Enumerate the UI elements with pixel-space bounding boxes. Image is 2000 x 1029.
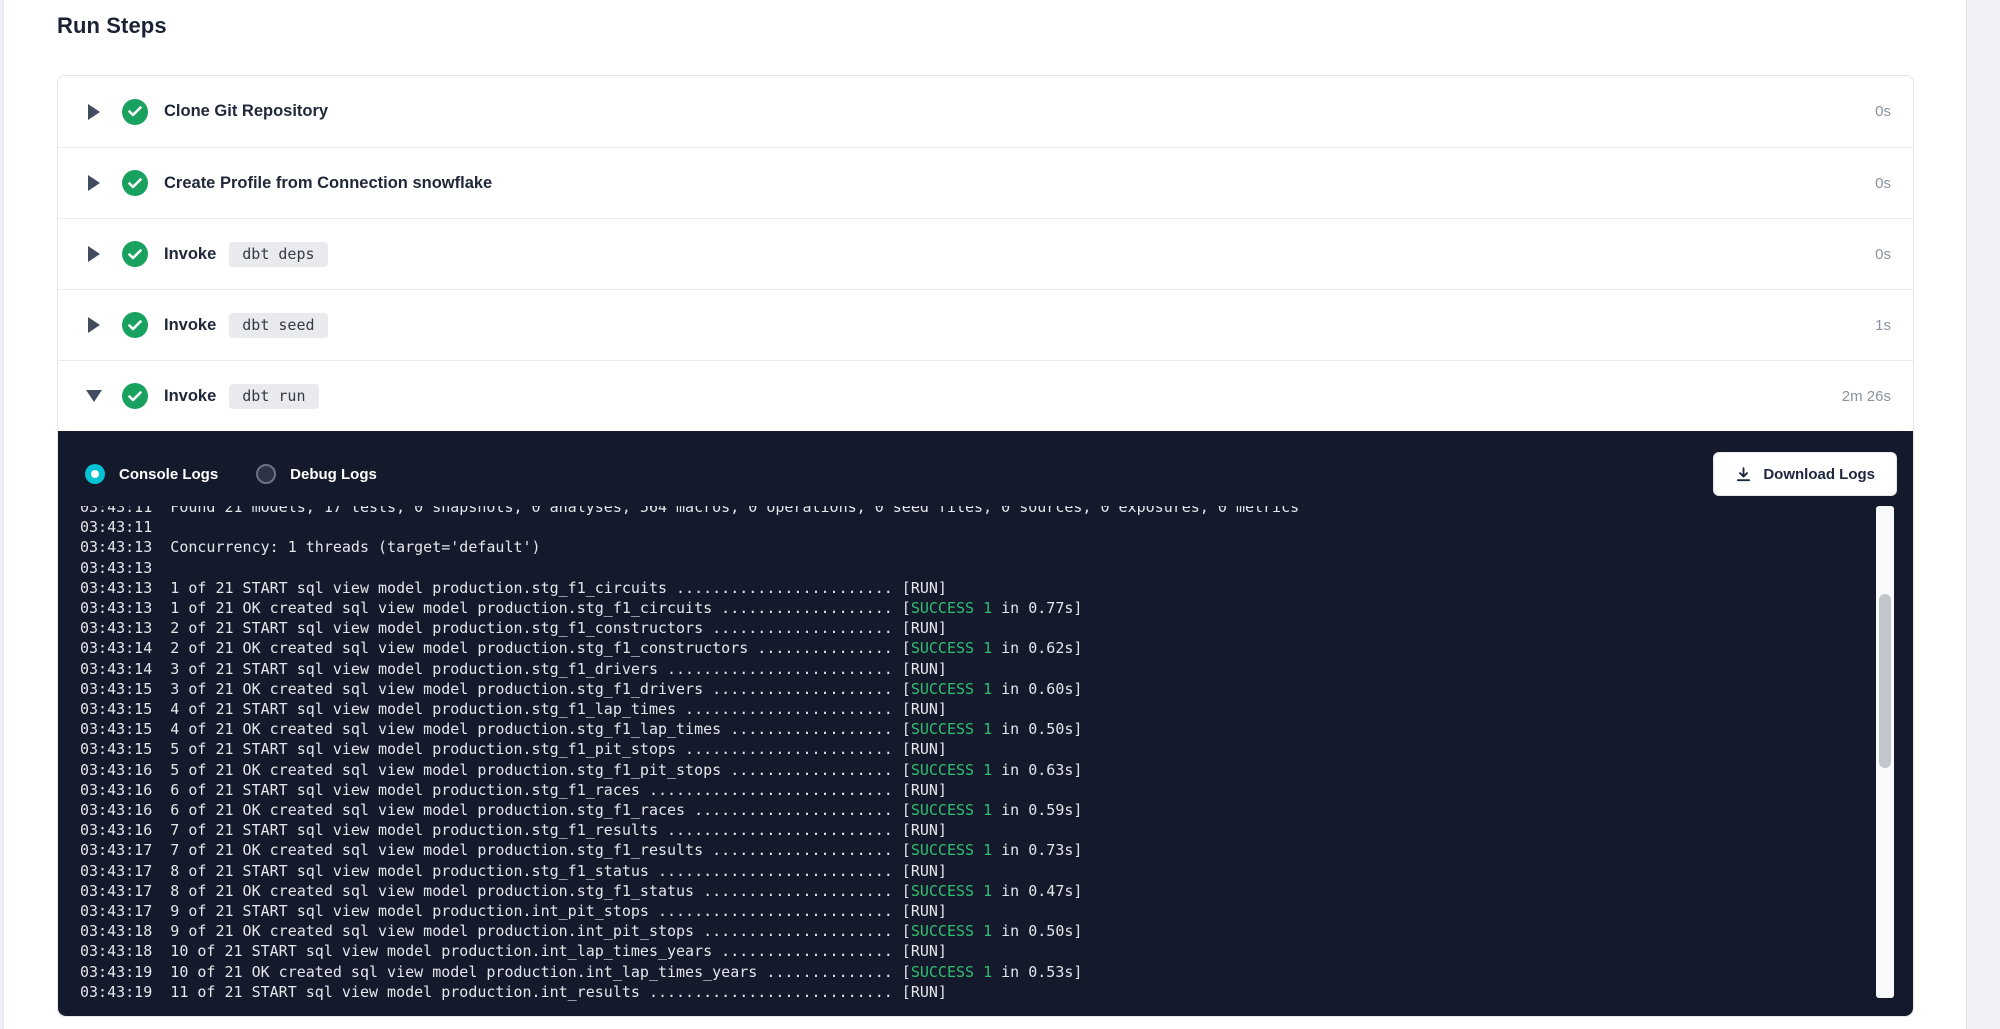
step-duration: 1s [1875, 317, 1891, 334]
step-duration: 0s [1875, 103, 1891, 120]
page-title: Run Steps [57, 13, 167, 39]
log-line: 03:43:16 6 of 21 START sql view model pr… [80, 780, 1865, 800]
log-line: 03:43:11 [80, 517, 1865, 537]
console-logs-radio[interactable]: Console Logs [85, 464, 218, 484]
step-duration: 0s [1875, 175, 1891, 192]
sidebar-edge [0, 0, 4, 1029]
log-line: 03:43:15 3 of 21 OK created sql view mod… [80, 679, 1865, 699]
step-duration: 2m 26s [1842, 388, 1891, 405]
debug-logs-label: Debug Logs [290, 466, 377, 483]
log-line: 03:43:14 2 of 21 OK created sql view mod… [80, 638, 1865, 658]
success-check-icon [122, 170, 148, 196]
log-line: 03:43:13 1 of 21 START sql view model pr… [80, 578, 1865, 598]
log-line: 03:43:16 6 of 21 OK created sql view mod… [80, 800, 1865, 820]
step-row-dbt-deps[interactable]: Invoke dbt deps 0s [58, 218, 1913, 289]
log-line: 03:43:16 5 of 21 OK created sql view mod… [80, 760, 1865, 780]
step-row-clone-git-repository[interactable]: Clone Git Repository 0s [58, 76, 1913, 147]
download-icon [1735, 466, 1752, 483]
success-check-icon [122, 312, 148, 338]
command-badge: dbt seed [229, 313, 327, 338]
download-logs-button[interactable]: Download Logs [1713, 452, 1897, 496]
chevron-down-icon[interactable] [86, 390, 102, 402]
log-type-radio-group: Console Logs Debug Logs [85, 452, 415, 496]
console-log-panel: Console Logs Debug Logs Download Logs 03… [58, 431, 1913, 1016]
step-row-dbt-seed[interactable]: Invoke dbt seed 1s [58, 289, 1913, 360]
radio-unselected-icon [256, 464, 276, 484]
download-logs-label: Download Logs [1763, 466, 1875, 483]
success-check-icon [122, 99, 148, 125]
log-line: 03:43:13 2 of 21 START sql view model pr… [80, 618, 1865, 638]
step-duration: 0s [1875, 246, 1891, 263]
step-label: Create Profile from Connection snowflake [164, 174, 492, 193]
log-line: 03:43:15 4 of 21 OK created sql view mod… [80, 719, 1865, 739]
command-badge: dbt run [229, 384, 318, 409]
chevron-right-icon[interactable] [86, 317, 102, 333]
right-gutter [1966, 0, 2000, 1029]
log-line: 03:43:17 9 of 21 START sql view model pr… [80, 901, 1865, 921]
log-output: 03:43:11 Found 21 models, 17 tests, 0 sn… [80, 506, 1865, 1010]
success-check-icon [122, 241, 148, 267]
log-line: 03:43:15 5 of 21 START sql view model pr… [80, 739, 1865, 759]
log-line: 03:43:13 [80, 558, 1865, 578]
step-label: Invoke [164, 245, 216, 264]
step-label: Invoke [164, 316, 216, 335]
chevron-right-icon[interactable] [86, 104, 102, 120]
log-line: 03:43:16 7 of 21 START sql view model pr… [80, 820, 1865, 840]
debug-logs-radio[interactable]: Debug Logs [256, 464, 377, 484]
log-line: 03:43:18 9 of 21 OK created sql view mod… [80, 921, 1865, 941]
log-line: 03:43:11 Found 21 models, 17 tests, 0 sn… [80, 506, 1865, 517]
step-label: Invoke [164, 387, 216, 406]
log-line: 03:43:17 8 of 21 START sql view model pr… [80, 861, 1865, 881]
run-steps-card: Clone Git Repository 0s Create Profile f… [57, 75, 1914, 1017]
log-scrollbar-track[interactable] [1876, 506, 1894, 998]
step-label: Clone Git Repository [164, 102, 328, 121]
log-line: 03:43:15 4 of 21 START sql view model pr… [80, 699, 1865, 719]
log-scrollbar-thumb[interactable] [1879, 594, 1891, 768]
success-check-icon [122, 383, 148, 409]
log-line: 03:43:13 1 of 21 OK created sql view mod… [80, 598, 1865, 618]
log-line: 03:43:17 8 of 21 OK created sql view mod… [80, 881, 1865, 901]
console-logs-label: Console Logs [119, 466, 218, 483]
log-line: 03:43:18 10 of 21 START sql view model p… [80, 941, 1865, 961]
log-line: 03:43:13 Concurrency: 1 threads (target=… [80, 537, 1865, 557]
radio-selected-icon [85, 464, 105, 484]
log-line: 03:43:17 7 of 21 OK created sql view mod… [80, 840, 1865, 860]
log-line: 03:43:14 3 of 21 START sql view model pr… [80, 659, 1865, 679]
log-toolbar: Console Logs Debug Logs Download Logs [58, 431, 1913, 496]
chevron-right-icon[interactable] [86, 175, 102, 191]
log-line: 03:43:19 11 of 21 START sql view model p… [80, 982, 1865, 1002]
step-row-create-profile[interactable]: Create Profile from Connection snowflake… [58, 147, 1913, 218]
log-line: 03:43:19 10 of 21 OK created sql view mo… [80, 962, 1865, 982]
chevron-right-icon[interactable] [86, 246, 102, 262]
step-row-dbt-run[interactable]: Invoke dbt run 2m 26s [58, 360, 1913, 431]
command-badge: dbt deps [229, 242, 327, 267]
